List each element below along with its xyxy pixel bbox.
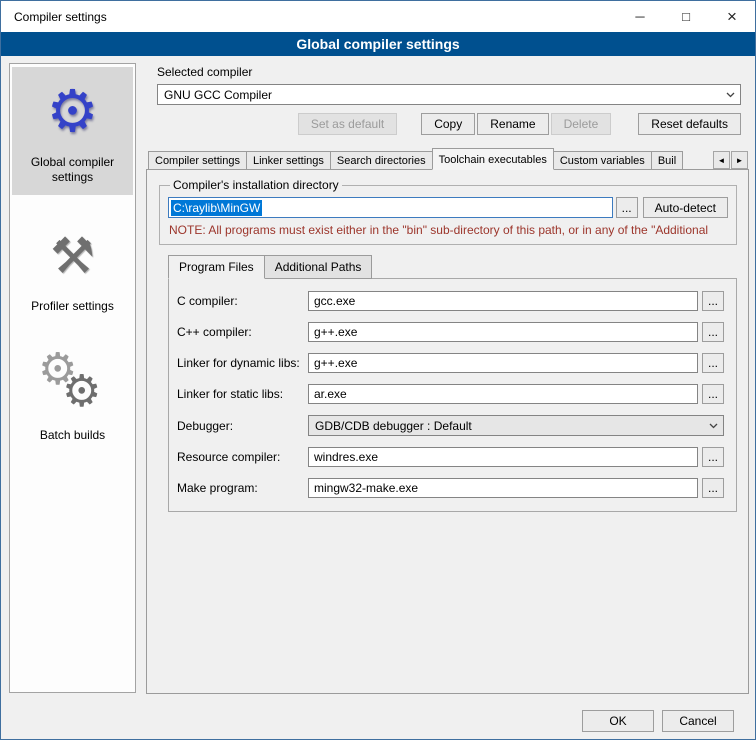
delete-button[interactable]: Delete	[551, 113, 612, 135]
tab-toolchain-executables[interactable]: Toolchain executables	[432, 148, 554, 170]
minimize-button[interactable]: ─	[617, 1, 663, 32]
selected-compiler-combobox[interactable]: GNU GCC Compiler	[157, 84, 741, 105]
set-as-default-button[interactable]: Set as default	[298, 113, 397, 135]
dialog-header: Global compiler settings	[1, 32, 755, 56]
tab-additional-paths[interactable]: Additional Paths	[264, 255, 373, 279]
tab-build-options[interactable]: Buil	[651, 151, 683, 170]
field-row-make-program: Make program: ...	[177, 478, 724, 498]
main-panel: Selected compiler GNU GCC Compiler Set a…	[146, 63, 749, 694]
browse-button[interactable]: ...	[702, 447, 724, 467]
field-row-cpp-compiler: C++ compiler: ...	[177, 322, 724, 342]
debugger-combobox[interactable]: GDB/CDB debugger : Default	[308, 415, 724, 436]
tab-scroll-left-button[interactable]: ◄	[713, 151, 730, 169]
sidebar-item-label: Profiler settings	[14, 299, 131, 314]
tab-compiler-settings[interactable]: Compiler settings	[148, 151, 247, 170]
dynamic-libs-linker-input[interactable]	[308, 353, 698, 373]
tabs: Compiler settings Linker settings Search…	[148, 148, 713, 170]
field-row-dynamic-linker: Linker for dynamic libs: ...	[177, 353, 724, 373]
compiler-settings-window: Compiler settings ─ □ × Global compiler …	[0, 0, 756, 740]
hammer-tool-icon: ⚒	[14, 217, 131, 295]
program-tabs: Program Files Additional Paths	[168, 255, 748, 279]
stacked-gears-icon: ⚙ ⚙	[14, 346, 131, 424]
ok-button[interactable]: OK	[582, 710, 654, 732]
dialog-body: ⚙ Global compiler settings ⚒ Profiler se…	[1, 56, 755, 740]
tab-scroll-right-button[interactable]: ►	[731, 151, 748, 169]
program-files-panel: C compiler: ... C++ compiler: ... Linker…	[168, 278, 737, 512]
cancel-button[interactable]: Cancel	[662, 710, 734, 732]
field-label: C compiler:	[177, 294, 308, 308]
titlebar[interactable]: Compiler settings ─ □ ×	[1, 1, 755, 32]
close-button[interactable]: ×	[709, 1, 755, 32]
field-label: Linker for static libs:	[177, 387, 308, 401]
browse-button[interactable]: ...	[702, 322, 724, 342]
sidebar-item-profiler-settings[interactable]: ⚒ Profiler settings	[12, 211, 133, 324]
c-compiler-input[interactable]	[308, 291, 698, 311]
make-program-input[interactable]	[308, 478, 698, 498]
field-row-c-compiler: C compiler: ...	[177, 291, 724, 311]
maximize-button[interactable]: □	[663, 1, 709, 32]
dialog-header-title: Global compiler settings	[296, 36, 459, 52]
tab-search-directories[interactable]: Search directories	[330, 151, 433, 170]
sidebar-item-label: Global compiler settings	[14, 155, 131, 185]
selected-compiler-value: GNU GCC Compiler	[164, 88, 272, 102]
cpp-compiler-input[interactable]	[308, 322, 698, 342]
field-label: C++ compiler:	[177, 325, 308, 339]
rename-button[interactable]: Rename	[477, 113, 548, 135]
installation-directory-group: Compiler's installation directory C:\ray…	[159, 178, 737, 245]
selected-compiler-label: Selected compiler	[157, 65, 749, 79]
sidebar: ⚙ Global compiler settings ⚒ Profiler se…	[9, 63, 136, 693]
minimize-icon: ─	[635, 9, 644, 24]
field-label: Debugger:	[177, 419, 308, 433]
chevron-down-icon	[721, 92, 740, 98]
field-label: Linker for dynamic libs:	[177, 356, 308, 370]
close-icon: ×	[727, 7, 737, 27]
note-text: NOTE: All programs must exist either in …	[169, 223, 728, 237]
field-row-resource-compiler: Resource compiler: ...	[177, 447, 724, 467]
field-label: Make program:	[177, 481, 308, 495]
installation-directory-row: C:\raylib\MinGW ... Auto-detect	[168, 197, 728, 218]
dialog-footer: OK Cancel	[574, 710, 734, 732]
window-controls: ─ □ ×	[617, 1, 755, 32]
left-arrow-icon: ◄	[718, 156, 726, 165]
chevron-down-icon	[704, 423, 723, 429]
toolchain-executables-panel: Compiler's installation directory C:\ray…	[146, 169, 749, 694]
browse-button[interactable]: ...	[702, 478, 724, 498]
browse-button[interactable]: ...	[702, 384, 724, 404]
sidebar-item-batch-builds[interactable]: ⚙ ⚙ Batch builds	[12, 340, 133, 453]
gear-icon: ⚙	[14, 73, 131, 151]
static-libs-linker-input[interactable]	[308, 384, 698, 404]
settings-tabstrip: Compiler settings Linker settings Search…	[146, 148, 749, 170]
field-row-debugger: Debugger: GDB/CDB debugger : Default	[177, 415, 724, 436]
browse-directory-button[interactable]: ...	[616, 197, 638, 218]
compiler-button-row: Set as default Copy Rename Delete Reset …	[157, 113, 741, 135]
sidebar-item-label: Batch builds	[14, 428, 131, 443]
browse-button[interactable]: ...	[702, 353, 724, 373]
tab-custom-variables[interactable]: Custom variables	[553, 151, 652, 170]
installation-directory-legend: Compiler's installation directory	[170, 178, 342, 192]
copy-button[interactable]: Copy	[421, 113, 475, 135]
window-title: Compiler settings	[14, 10, 107, 24]
browse-button[interactable]: ...	[702, 291, 724, 311]
tab-program-files[interactable]: Program Files	[168, 255, 265, 279]
tab-linker-settings[interactable]: Linker settings	[246, 151, 331, 170]
right-arrow-icon: ►	[736, 156, 744, 165]
installation-directory-value: C:\raylib\MinGW	[171, 200, 262, 216]
maximize-icon: □	[682, 9, 690, 24]
field-label: Resource compiler:	[177, 450, 308, 464]
sidebar-item-global-compiler-settings[interactable]: ⚙ Global compiler settings	[12, 67, 133, 195]
debugger-value: GDB/CDB debugger : Default	[315, 419, 472, 433]
field-row-static-linker: Linker for static libs: ...	[177, 384, 724, 404]
tab-scroll-buttons: ◄ ►	[712, 151, 748, 169]
resource-compiler-input[interactable]	[308, 447, 698, 467]
reset-defaults-button[interactable]: Reset defaults	[638, 113, 741, 135]
auto-detect-button[interactable]: Auto-detect	[643, 197, 728, 218]
installation-directory-input[interactable]: C:\raylib\MinGW	[168, 197, 613, 218]
